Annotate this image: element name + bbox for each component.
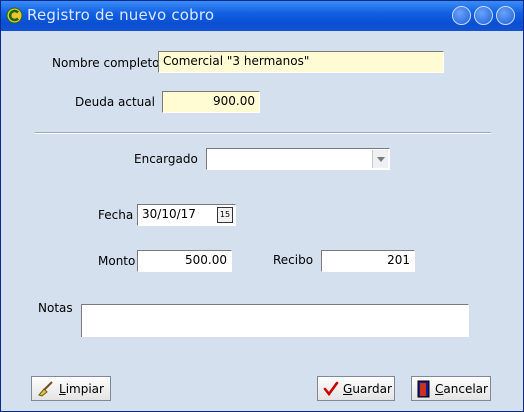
notas-field[interactable] [81,304,469,341]
monto-field[interactable]: 500.00 [137,250,232,272]
encargado-label: Encargado [134,152,198,166]
limpiar-label: Limpiar [59,381,104,396]
recibo-field[interactable]: 201 [321,250,415,272]
nombre-field[interactable]: Comercial "3 hermanos" [158,51,444,73]
separator [35,132,491,134]
calendar-icon[interactable]: 15 [217,207,233,223]
dropdown-button[interactable] [372,150,388,168]
encargado-select[interactable] [206,148,390,170]
minimize-button[interactable] [452,6,471,25]
recibo-label: Recibo [273,253,314,267]
title-bar[interactable]: Registro de nuevo cobro [1,1,523,31]
monto-label: Monto [98,254,136,268]
door-exit-icon [417,380,430,397]
close-button[interactable] [496,6,515,25]
fecha-field[interactable]: 30/10/17 15 [137,204,236,226]
deuda-label: Deuda actual [75,95,155,109]
cancelar-label: Cancelar [435,381,488,396]
fecha-label: Fecha [98,208,134,222]
cancelar-button[interactable]: Cancelar [411,376,491,401]
fecha-value: 30/10/17 [142,207,196,221]
notas-label: Notas [38,301,73,315]
checkmark-icon [323,381,339,396]
broom-icon [38,380,53,397]
dialog-window: Registro de nuevo cobro Nombre completo … [0,0,524,412]
nombre-label: Nombre completo [52,56,160,70]
window-title: Registro de nuevo cobro [27,6,215,24]
guardar-label: Guardar [343,381,392,396]
chevron-down-icon [376,156,385,162]
button-bar: Limpiar Guardar Cancelar [3,337,521,411]
app-c-icon [6,7,23,24]
maximize-button[interactable] [474,6,493,25]
limpiar-button[interactable]: Limpiar [31,376,111,401]
titlebar-buttons [452,6,515,25]
guardar-button[interactable]: Guardar [317,376,395,401]
deuda-field[interactable]: 900.00 [162,91,260,113]
